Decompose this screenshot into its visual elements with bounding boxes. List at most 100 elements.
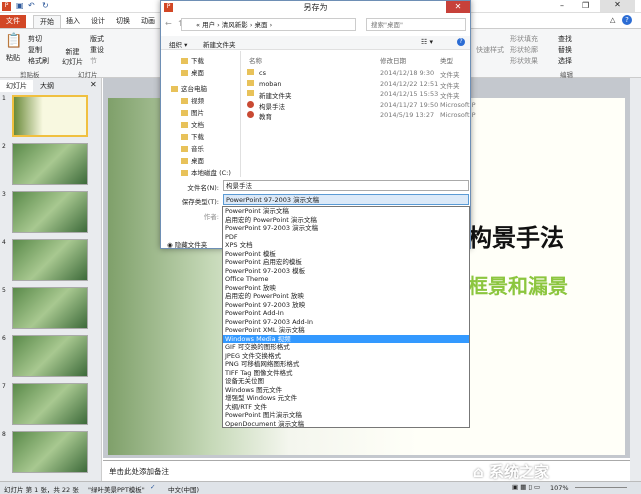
- section-button[interactable]: 节: [90, 56, 97, 66]
- address-bar[interactable]: « 用户 › 清风新影 › 桌面 ›: [181, 18, 356, 31]
- save-type-option[interactable]: Windows 图元文件: [223, 386, 469, 395]
- new-folder-button[interactable]: 新建文件夹: [203, 39, 236, 49]
- save-type-option[interactable]: PowerPoint 演示文稿: [223, 207, 469, 216]
- breadcrumb-item[interactable]: 用户: [202, 21, 215, 29]
- save-type-option[interactable]: GIF 可交换的图形格式: [223, 343, 469, 352]
- nav-item[interactable]: 这台电脑: [171, 83, 207, 93]
- save-type-option[interactable]: 启用宏的 PowerPoint 放映: [223, 292, 469, 301]
- save-type-option[interactable]: Windows Media 视频: [223, 334, 469, 343]
- file-row[interactable]: 新建文件夹 2014/12/15 15:53 文件夹: [247, 90, 472, 100]
- save-type-option[interactable]: PNG 可移植网络图形格式: [223, 360, 469, 369]
- organize-button[interactable]: 组织 ▾: [169, 39, 187, 49]
- tab-outline[interactable]: 大纲: [34, 80, 60, 92]
- slide-thumbnail[interactable]: [12, 95, 88, 137]
- nav-item[interactable]: 下载: [181, 131, 204, 141]
- save-type-option[interactable]: OpenDocument 演示文稿: [223, 420, 469, 429]
- theme-name[interactable]: "绿叶美景PPT模板": [88, 484, 145, 494]
- format-painter-button[interactable]: 格式刷: [28, 56, 49, 66]
- copy-button[interactable]: 复制: [28, 45, 42, 55]
- paste-button[interactable]: 粘贴: [6, 53, 20, 63]
- filename-input[interactable]: 构景手法: [223, 180, 469, 191]
- slide-thumbnail[interactable]: [12, 383, 88, 425]
- undo-icon[interactable]: ↶: [28, 1, 35, 10]
- tab-slides[interactable]: 幻灯片: [0, 80, 33, 92]
- help-icon[interactable]: ?: [622, 15, 632, 25]
- redo-icon[interactable]: ↻: [42, 1, 49, 10]
- save-icon[interactable]: ▣: [16, 1, 24, 10]
- save-type-option[interactable]: PowerPoint 启用宏的模板: [223, 258, 469, 267]
- shape-outline-button[interactable]: 形状轮廓: [510, 45, 538, 55]
- tab-animations[interactable]: 动画: [135, 15, 161, 28]
- dialog-close-button[interactable]: ✕: [446, 1, 470, 13]
- save-type-option[interactable]: PowerPoint Add-In: [223, 309, 469, 318]
- vertical-scrollbar[interactable]: [630, 78, 641, 481]
- save-type-option[interactable]: PowerPoint 放映: [223, 284, 469, 293]
- nav-item[interactable]: 本地磁盘 (C:): [181, 167, 231, 177]
- collapse-ribbon-icon[interactable]: △: [610, 16, 615, 24]
- save-type-option[interactable]: TIFF Tag 图像文件格式: [223, 369, 469, 378]
- maximize-icon[interactable]: ❐: [582, 1, 589, 10]
- column-date[interactable]: 修改日期: [380, 55, 406, 65]
- nav-item[interactable]: 下载: [181, 55, 204, 65]
- nav-item[interactable]: 桌面: [181, 155, 204, 165]
- tab-insert[interactable]: 插入: [60, 15, 86, 28]
- tab-design[interactable]: 设计: [85, 15, 111, 28]
- save-type-select[interactable]: PowerPoint 97-2003 演示文稿: [223, 194, 469, 205]
- nav-item[interactable]: 视频: [181, 95, 204, 105]
- minimize-icon[interactable]: –: [560, 1, 564, 10]
- close-icon[interactable]: ✕: [600, 0, 635, 12]
- slide-thumbnail[interactable]: [12, 287, 88, 329]
- save-type-option[interactable]: PowerPoint 97-2003 放映: [223, 301, 469, 310]
- slide-subtitle[interactable]: 框景和漏景: [468, 270, 568, 299]
- cut-button[interactable]: 剪切: [28, 34, 42, 44]
- language[interactable]: 中文(中国): [168, 484, 199, 494]
- breadcrumb-item[interactable]: 清风新影: [222, 21, 248, 29]
- tab-transitions[interactable]: 切换: [110, 15, 136, 28]
- back-icon[interactable]: ←: [165, 19, 172, 28]
- file-row[interactable]: 教育 2014/5/19 13:27 Microsoft P: [247, 111, 476, 121]
- save-type-option[interactable]: JPEG 文件交换格式: [223, 352, 469, 361]
- search-input[interactable]: 搜索"桌面": [366, 18, 466, 31]
- save-type-option[interactable]: PowerPoint 模板: [223, 250, 469, 259]
- column-name[interactable]: 名称: [249, 55, 262, 65]
- file-row[interactable]: moban 2014/12/22 12:51 文件夹: [247, 79, 472, 90]
- quick-styles-button[interactable]: 快速样式: [476, 45, 504, 55]
- save-type-option[interactable]: XPS 文档: [223, 241, 469, 250]
- save-type-option[interactable]: PowerPoint 97-2003 Add-In: [223, 318, 469, 327]
- new-slide-button[interactable]: 新建 幻灯片: [62, 47, 83, 67]
- save-type-option[interactable]: 启用宏的 PowerPoint 演示文稿: [223, 216, 469, 225]
- close-pane-icon[interactable]: ✕: [90, 80, 97, 89]
- breadcrumb-item[interactable]: 桌面: [255, 21, 268, 29]
- save-type-option[interactable]: PowerPoint XML 演示文稿: [223, 326, 469, 335]
- save-type-dropdown[interactable]: PowerPoint 演示文稿 启用宏的 PowerPoint 演示文稿 Power…: [222, 206, 470, 428]
- nav-item[interactable]: 桌面: [181, 67, 204, 77]
- replace-button[interactable]: 替换: [558, 45, 572, 55]
- select-button[interactable]: 选择: [558, 56, 572, 66]
- hide-folders-button[interactable]: ◉ 隐藏文件夹: [167, 239, 207, 249]
- notes-pane[interactable]: 单击此处添加备注 ⌂ 系统之家: [103, 460, 630, 481]
- breadcrumb-item[interactable]: «: [196, 21, 200, 29]
- spellcheck-icon[interactable]: ✓: [150, 483, 155, 491]
- tab-home[interactable]: 开始: [33, 15, 61, 28]
- save-type-option[interactable]: PowerPoint 97-2003 模板: [223, 267, 469, 276]
- file-row[interactable]: cs 2014/12/18 9:30 文件夹: [247, 69, 472, 79]
- save-type-option[interactable]: 大纲/RTF 文件: [223, 403, 469, 412]
- save-type-option[interactable]: PowerPoint 97-2003 演示文稿: [223, 224, 469, 233]
- nav-item[interactable]: 文档: [181, 119, 204, 129]
- view-buttons[interactable]: ▣ ▦ ▯ ▭: [512, 483, 540, 491]
- view-options-icon[interactable]: ☷ ▾: [421, 38, 433, 46]
- nav-item[interactable]: 音乐: [181, 143, 204, 153]
- nav-item[interactable]: 图片: [181, 107, 204, 117]
- tab-file[interactable]: 文件: [0, 15, 26, 28]
- reset-button[interactable]: 重设: [90, 45, 104, 55]
- save-type-option[interactable]: 设备无关位图: [223, 377, 469, 386]
- zoom-slider[interactable]: [575, 487, 627, 488]
- find-button[interactable]: 查找: [558, 34, 572, 44]
- slide-thumbnail[interactable]: [12, 143, 88, 185]
- slide-thumbnail[interactable]: [12, 239, 88, 281]
- shape-effects-button[interactable]: 形状效果: [510, 56, 538, 66]
- shape-fill-button[interactable]: 形状填充: [510, 34, 538, 44]
- slide-thumbnail[interactable]: [12, 431, 88, 473]
- zoom-level[interactable]: 107%: [550, 484, 569, 492]
- save-type-option[interactable]: 增强型 Windows 元文件: [223, 394, 469, 403]
